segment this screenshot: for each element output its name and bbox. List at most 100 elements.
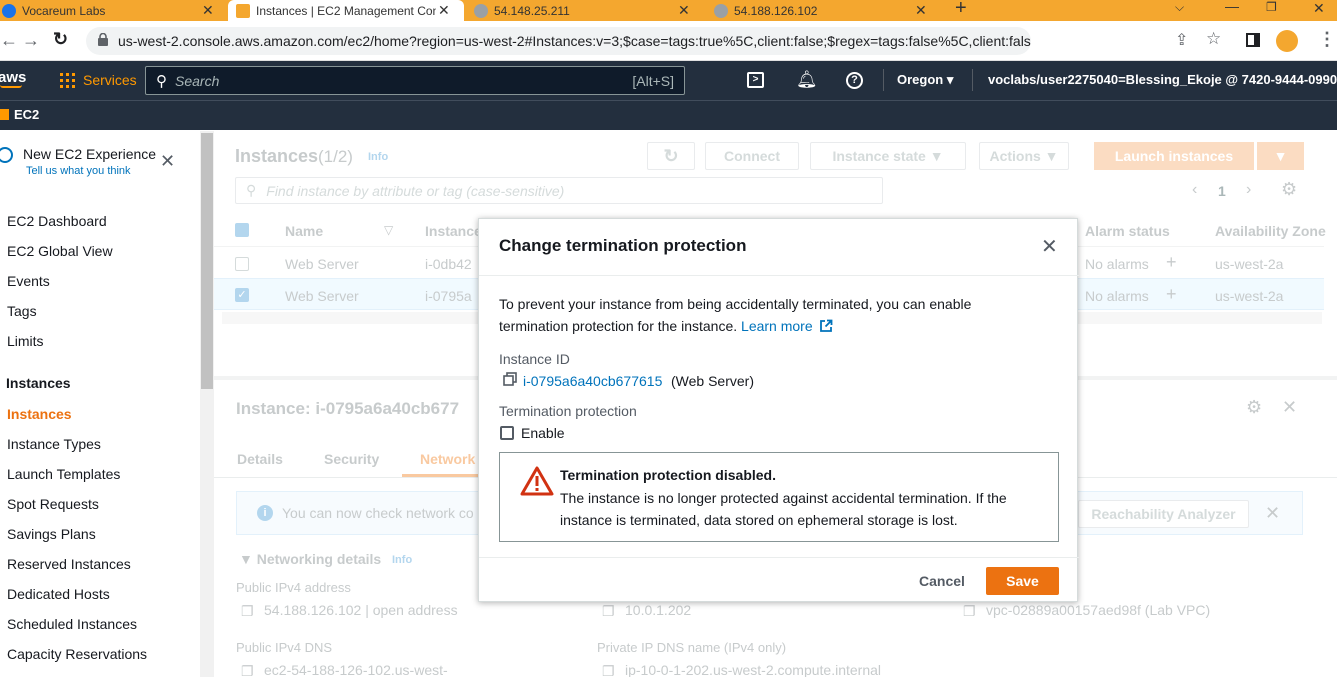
close-tab-icon[interactable]: ✕ — [915, 2, 927, 19]
prev-page-icon[interactable]: ‹ — [1192, 181, 1197, 199]
copy-icon[interactable]: ❐ — [241, 603, 254, 620]
sidebar-item-launch-templates[interactable]: Launch Templates — [7, 466, 120, 482]
column-header-name[interactable]: Name — [285, 223, 323, 239]
new-experience-toggle[interactable] — [0, 147, 13, 163]
sidebar-item-ec2-global-view[interactable]: EC2 Global View — [7, 243, 113, 259]
back-icon[interactable]: ← — [0, 30, 18, 51]
instance-state-button[interactable]: Instance state ▼ — [810, 142, 966, 170]
copy-icon[interactable]: ❐ — [241, 663, 254, 677]
sidebar-scrollbar-thumb[interactable] — [201, 133, 213, 389]
bookmark-star-icon[interactable]: ☆ — [1206, 29, 1221, 49]
sidebar-item-spot-requests[interactable]: Spot Requests — [7, 496, 99, 512]
browser-menu-icon[interactable]: ⋮ — [1318, 29, 1336, 50]
sidebar-section-instances[interactable]: Instances — [6, 375, 71, 391]
tab-search-icon[interactable]: ⌵ — [1175, 0, 1184, 15]
row-checkbox[interactable] — [235, 257, 249, 271]
service-name[interactable]: EC2 — [14, 107, 39, 122]
sidebar-item-dedicated-hosts[interactable]: Dedicated Hosts — [7, 586, 110, 602]
close-window-icon[interactable]: ✕ — [1313, 0, 1325, 17]
sidebar-item-events[interactable]: Events — [7, 273, 50, 289]
settings-gear-icon[interactable]: ⚙ — [1246, 397, 1262, 418]
networking-section-toggle[interactable]: ▼ Networking details — [239, 551, 381, 567]
instance-name: (Web Server) — [671, 373, 754, 389]
close-icon[interactable]: ✕ — [160, 151, 175, 172]
info-link[interactable]: Info — [392, 554, 412, 566]
actions-button[interactable]: Actions ▼ — [979, 142, 1069, 170]
column-header-az[interactable]: Availability Zone — [1215, 223, 1326, 239]
sidebar-item-ec2-dashboard[interactable]: EC2 Dashboard — [7, 213, 107, 229]
aws-logo[interactable]: aws — [0, 69, 26, 86]
region-selector[interactable]: Oregon ▾ — [897, 72, 953, 88]
sidebar-item-limits[interactable]: Limits — [7, 333, 44, 349]
instance-id-link[interactable]: i-0795a6a40cb677615 — [523, 373, 662, 389]
column-header-instance[interactable]: Instance — [425, 223, 482, 239]
page-number[interactable]: 1 — [1218, 183, 1226, 199]
add-alarm-icon[interactable]: + — [1166, 284, 1177, 305]
restore-icon[interactable]: ❐ — [1266, 0, 1277, 14]
services-grid-icon[interactable] — [60, 73, 75, 88]
close-icon[interactable]: ✕ — [1041, 234, 1058, 259]
next-page-icon[interactable]: › — [1246, 181, 1251, 199]
bell-icon[interactable]: 🔔︎ — [796, 70, 818, 90]
feedback-link[interactable]: Tell us what you think — [26, 165, 131, 177]
copy-icon[interactable]: ❐ — [963, 603, 976, 620]
copy-icon[interactable]: ❐ — [602, 663, 615, 677]
public-ipv4-value[interactable]: 54.188.126.102 | open address — [264, 602, 458, 618]
close-icon[interactable]: ✕ — [1282, 397, 1297, 418]
copy-icon[interactable] — [503, 372, 517, 386]
sidebar-item-instances[interactable]: Instances — [7, 406, 72, 422]
close-icon[interactable]: ✕ — [1265, 503, 1280, 524]
launch-dropdown-button[interactable]: ▼ — [1257, 142, 1304, 170]
enable-label[interactable]: Enable — [521, 425, 565, 441]
save-button[interactable]: Save — [986, 567, 1059, 595]
row-checkbox-checked[interactable]: ✓ — [235, 288, 249, 302]
services-menu[interactable]: Services — [83, 72, 137, 88]
close-tab-icon[interactable]: ✕ — [202, 2, 214, 19]
console-search-input[interactable]: ⚲ Search [Alt+S] — [145, 66, 685, 95]
vpc-value[interactable]: vpc-02889a00157aed98f (Lab VPC) — [986, 602, 1210, 618]
refresh-button[interactable]: ↻ — [647, 142, 695, 170]
cancel-button[interactable]: Cancel — [909, 567, 975, 595]
connect-button[interactable]: Connect — [705, 142, 799, 170]
close-tab-icon[interactable]: ✕ — [678, 2, 690, 19]
share-icon[interactable]: ⇪ — [1175, 30, 1188, 50]
row-instance-id[interactable]: i-0795a — [425, 288, 472, 304]
tab-security[interactable]: Security — [324, 451, 379, 467]
browser-tab-vocareum[interactable]: Vocareum Labs ✕ — [0, 0, 225, 21]
browser-tab-ip2[interactable]: 54.188.126.102 ✕ — [710, 0, 940, 21]
close-tab-icon[interactable]: ✕ — [438, 2, 450, 19]
copy-icon[interactable]: ❐ — [602, 603, 615, 620]
url-bar[interactable]: us-west-2.console.aws.amazon.com/ec2/hom… — [86, 27, 1031, 55]
info-link[interactable]: Info — [368, 151, 388, 163]
sidebar-toggle-icon[interactable] — [1246, 33, 1260, 47]
launch-instances-button[interactable]: Launch instances — [1094, 142, 1254, 170]
learn-more-link[interactable]: Learn more — [741, 318, 832, 334]
tab-networking[interactable]: Network — [420, 451, 475, 467]
sidebar-item-instance-types[interactable]: Instance Types — [7, 436, 101, 452]
tab-details[interactable]: Details — [237, 451, 283, 467]
minimize-icon[interactable]: — — [1225, 0, 1239, 14]
new-tab-button[interactable]: + — [955, 0, 967, 20]
cloudshell-icon[interactable]: > — [747, 72, 764, 88]
sidebar-item-tags[interactable]: Tags — [7, 303, 37, 319]
sidebar-item-reserved-instances[interactable]: Reserved Instances — [7, 556, 131, 572]
row-instance-id[interactable]: i-0db42 — [425, 256, 472, 272]
help-icon[interactable]: ? — [846, 72, 863, 89]
reload-icon[interactable]: ↻ — [53, 29, 68, 50]
reachability-analyzer-button[interactable]: Reachability Analyzer — [1078, 500, 1249, 528]
account-menu[interactable]: voclabs/user2275040=Blessing_Ekoje @ 742… — [988, 72, 1337, 88]
enable-checkbox[interactable] — [500, 426, 514, 440]
forward-icon[interactable]: → — [22, 30, 40, 51]
sidebar-item-scheduled-instances[interactable]: Scheduled Instances — [7, 616, 137, 632]
sidebar-item-savings-plans[interactable]: Savings Plans — [7, 526, 96, 542]
browser-tab-ip1[interactable]: 54.148.25.211 ✕ — [470, 0, 700, 21]
browser-tab-ec2[interactable]: Instances | EC2 Management Con ✕ — [228, 0, 464, 21]
column-header-alarm[interactable]: Alarm status — [1085, 223, 1170, 239]
add-alarm-icon[interactable]: + — [1166, 252, 1177, 273]
sort-icon[interactable]: ▽ — [384, 223, 393, 237]
settings-gear-icon[interactable]: ⚙ — [1281, 179, 1297, 200]
select-all-checkbox[interactable] — [235, 223, 249, 237]
instance-filter-input[interactable]: ⚲ Find instance by attribute or tag (cas… — [235, 177, 883, 204]
sidebar-item-capacity-reservations[interactable]: Capacity Reservations — [7, 646, 147, 662]
profile-avatar[interactable] — [1276, 30, 1298, 52]
